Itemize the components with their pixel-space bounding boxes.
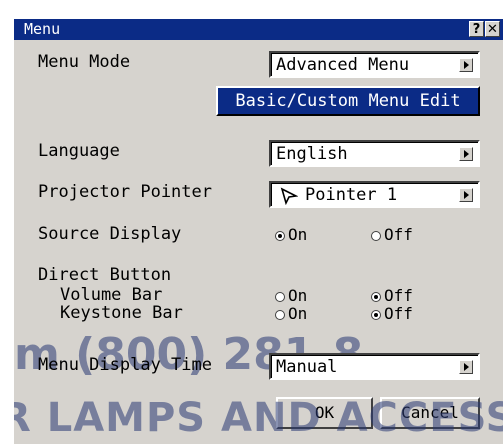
radio-selected-icon [275, 231, 285, 241]
pointer-icon [280, 187, 298, 205]
keystone-bar-label: Keystone Bar [60, 303, 183, 323]
keystone-bar-on-radio[interactable]: On [275, 304, 307, 323]
menu-mode-select[interactable]: Advanced Menu [269, 51, 480, 78]
radio-label: Off [384, 225, 413, 244]
menu-dialog: Menu ? ✕ Menu Mode Advanced Menu Basic/C… [12, 18, 503, 444]
title-bar: Menu ? ✕ [14, 19, 503, 40]
menu-display-time-value: Manual [276, 357, 338, 377]
volume-bar-on-radio[interactable]: On [275, 286, 307, 305]
dropdown-arrow-icon[interactable] [459, 188, 473, 202]
projector-pointer-value: Pointer 1 [305, 185, 398, 205]
dropdown-arrow-icon[interactable] [459, 360, 473, 374]
help-button[interactable]: ? [469, 21, 484, 37]
cancel-button[interactable]: Cancel [380, 397, 480, 429]
close-button[interactable]: ✕ [485, 21, 500, 37]
radio-label: Off [384, 304, 413, 323]
volume-bar-label: Volume Bar [60, 285, 163, 305]
basic-custom-menu-edit-button[interactable]: Basic/Custom Menu Edit [216, 86, 480, 116]
source-display-off-radio[interactable]: Off [371, 225, 413, 244]
radio-label: On [288, 225, 308, 244]
language-label: Language [38, 141, 120, 161]
menu-mode-label: Menu Mode [38, 52, 131, 72]
radio-icon [371, 231, 381, 241]
projector-pointer-label: Projector Pointer [38, 182, 212, 202]
radio-selected-icon [371, 310, 381, 320]
dropdown-arrow-icon[interactable] [459, 58, 473, 72]
menu-display-time-label: Menu Display Time [38, 355, 212, 375]
source-display-label: Source Display [38, 224, 182, 244]
radio-icon [275, 310, 285, 320]
dropdown-arrow-icon[interactable] [459, 147, 473, 161]
volume-bar-off-radio[interactable]: Off [371, 286, 413, 305]
radio-label: On [288, 286, 308, 305]
source-display-on-radio[interactable]: On [275, 225, 307, 244]
menu-mode-value: Advanced Menu [276, 55, 410, 75]
menu-display-time-select[interactable]: Manual [269, 353, 480, 380]
keystone-bar-off-radio[interactable]: Off [371, 304, 413, 323]
radio-label: Off [384, 286, 413, 305]
language-value: English [276, 144, 348, 164]
projector-pointer-select[interactable]: Pointer 1 [269, 181, 480, 208]
radio-icon [275, 292, 285, 302]
ok-button[interactable]: OK [276, 397, 373, 429]
language-select[interactable]: English [269, 140, 480, 167]
radio-label: On [288, 304, 308, 323]
window-title: Menu [24, 20, 61, 38]
radio-selected-icon [371, 292, 381, 302]
direct-button-label: Direct Button [38, 265, 172, 285]
